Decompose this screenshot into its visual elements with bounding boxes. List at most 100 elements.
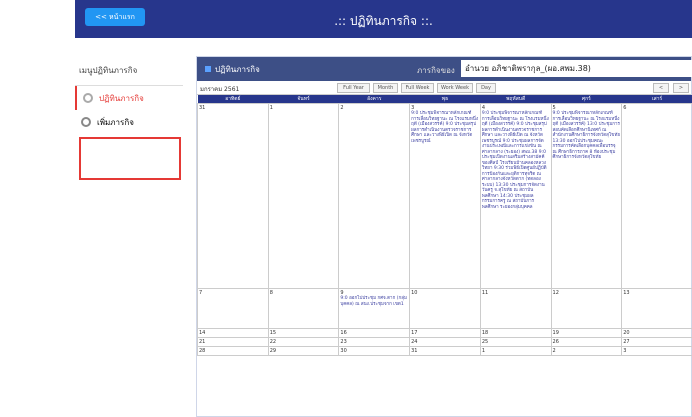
day-cell[interactable]: 15	[267, 328, 340, 338]
month-label: มกราคม 2561	[200, 86, 240, 93]
day-number: 12	[552, 290, 559, 296]
day-cell[interactable]: 25	[479, 337, 552, 347]
highlight-box	[79, 137, 181, 180]
day-cell[interactable]: 27	[621, 337, 692, 347]
day-number: 17	[411, 330, 418, 336]
day-cell[interactable]: 1	[267, 103, 340, 289]
day-number: 26	[552, 339, 559, 345]
week-row: 7 8 9 9:0 ออกไปประชุม กศจ.ตาก (กลุ่มบุคคล) …	[197, 288, 692, 329]
day-header: ศุกร์	[551, 95, 622, 104]
day-cell[interactable]: 1	[479, 346, 552, 356]
day-cell[interactable]: 8	[267, 288, 340, 329]
day-number: 7	[199, 290, 203, 296]
day-header: จันทร์	[268, 95, 339, 104]
top-header: << หน้าแรก .:: ปฏิทินภารกิจ ::.	[75, 0, 692, 38]
sidebar: เมนูปฏิทินภารกิจ ปฏิทินภารกิจ เพิ่มภารกิ…	[75, 52, 183, 142]
day-cell[interactable]: 4 9:0 ประชุมพิจารณาหลักเกณฑ์การเลื่อนวิทย…	[479, 103, 552, 289]
sidebar-item-calendar[interactable]: ปฏิทินภารกิจ	[75, 86, 183, 110]
day-number: 29	[269, 348, 277, 354]
day-number: 31	[199, 105, 206, 111]
day-number: 20	[623, 330, 630, 336]
day-cell[interactable]: 24	[409, 337, 481, 347]
day-cell[interactable]: 9 9:0 ออกไปประชุม กศจ.ตาก (กลุ่มบุคคล) ณ …	[338, 288, 411, 329]
week-row: 31 1 2 3 9:0 ประชุมพิจารณาหลักเกณฑ์การเลื่อน…	[197, 103, 692, 289]
month-button[interactable]: Month	[373, 83, 398, 93]
event-text[interactable]: 9:0 ประชุมพิจารณาหลักเกณฑ์การเลื่อนวิทยฐ…	[553, 111, 621, 161]
event-text[interactable]: 9:0 ประชุมพิจารณาหลักเกณฑ์การเลื่อนวิทยฐ…	[482, 111, 550, 210]
sidebar-item-label: ปฏิทินภารกิจ	[99, 93, 144, 103]
day-cell[interactable]: 5 9:0 ประชุมพิจารณาหลักเกณฑ์การเลื่อนวิทย…	[550, 103, 623, 289]
radio-icon	[83, 93, 93, 103]
day-number: 15	[269, 330, 277, 336]
day-number: 21	[199, 339, 206, 345]
day-number: 8	[269, 290, 273, 296]
event-text[interactable]: 9:0 ประชุมพิจารณาหลักเกณฑ์การเลื่อนวิทยฐ…	[411, 111, 479, 144]
next-button[interactable]: >	[673, 83, 689, 93]
day-cell[interactable]: 2	[550, 346, 623, 356]
calendar-toolbar: มกราคม 2561 Full Year Month Full Week Wo…	[197, 81, 691, 95]
day-number: 30	[340, 348, 347, 354]
day-cell[interactable]: 31	[197, 103, 269, 289]
day-cell[interactable]: 19	[550, 328, 623, 338]
day-cell[interactable]: 29	[267, 346, 340, 356]
panel-title: ปฏิทินภารกิจ	[205, 63, 260, 76]
day-header: อาทิตย์	[197, 95, 269, 104]
day-cell[interactable]: 14	[197, 328, 269, 338]
day-number: 2	[552, 348, 556, 354]
day-cell[interactable]: 23	[338, 337, 411, 347]
owner-label: ภารกิจของ	[417, 66, 455, 75]
day-header: เสาร์	[621, 95, 692, 104]
full-year-button[interactable]: Full Year	[337, 83, 370, 93]
day-cell[interactable]: 13	[621, 288, 692, 329]
sidebar-item-label: เพิ่มภารกิจ	[97, 117, 134, 127]
day-cell[interactable]: 16	[338, 328, 411, 338]
day-cell[interactable]: 12	[550, 288, 623, 329]
day-cell[interactable]: 31	[409, 346, 481, 356]
day-number: 2	[340, 105, 344, 111]
day-number: 24	[411, 339, 418, 345]
day-number: 31	[411, 348, 418, 354]
app-title: .:: ปฏิทินภารกิจ ::.	[334, 14, 433, 28]
day-number: 13	[623, 290, 630, 296]
day-cell[interactable]: 2	[338, 103, 411, 289]
day-header: พฤหัสบดี	[480, 95, 552, 104]
sidebar-item-add-task[interactable]: เพิ่มภารกิจ	[75, 110, 183, 134]
day-cell[interactable]: 3 9:0 ประชุมพิจารณาหลักเกณฑ์การเลื่อนวิทย…	[409, 103, 481, 289]
day-number: 1	[269, 105, 273, 111]
owner-select[interactable]: อำนวย อภิชาติพรากุล_(ผอ.สพม.38)	[461, 60, 692, 77]
day-cell[interactable]: 20	[621, 328, 692, 338]
calendar-panel: ปฏิทินภารกิจ ภารกิจของ อำนวย อภิชาติพราก…	[196, 56, 692, 417]
day-number: 11	[481, 290, 489, 296]
day-number: 1	[481, 348, 485, 354]
day-number: 3	[623, 348, 627, 354]
prev-button[interactable]: <	[653, 83, 669, 93]
day-cell[interactable]: 30	[338, 346, 411, 356]
full-week-button[interactable]: Full Week	[401, 83, 434, 93]
day-cell[interactable]: 6	[621, 103, 692, 289]
day-number: 18	[481, 330, 489, 336]
day-cell[interactable]: 10	[409, 288, 481, 329]
day-number: 16	[340, 330, 347, 336]
radio-icon	[81, 117, 91, 127]
day-cell[interactable]: 7	[197, 288, 269, 329]
day-cell[interactable]: 11	[479, 288, 552, 329]
day-number: 28	[199, 348, 206, 354]
day-number: 25	[481, 339, 489, 345]
event-text[interactable]: 9:0 ออกไปประชุม กศจ.ตาก (กลุ่มบุคคล) ณ ส…	[340, 296, 408, 307]
day-number: 23	[340, 339, 347, 345]
day-cell[interactable]: 3	[621, 346, 692, 356]
day-cell[interactable]: 21	[197, 337, 269, 347]
day-number: 6	[623, 105, 627, 111]
day-button[interactable]: Day	[476, 83, 496, 93]
day-cell[interactable]: 26	[550, 337, 623, 347]
day-number: 19	[552, 330, 559, 336]
day-cell[interactable]: 18	[479, 328, 552, 338]
day-number: 10	[411, 290, 418, 296]
week-row: 28 29 30 31 1 2 3	[197, 346, 692, 356]
calendar-icon	[205, 66, 211, 72]
day-cell[interactable]: 28	[197, 346, 269, 356]
day-cell[interactable]: 22	[267, 337, 340, 347]
work-week-button[interactable]: Work Week	[437, 83, 473, 93]
day-cell[interactable]: 17	[409, 328, 481, 338]
day-number: 14	[199, 330, 206, 336]
